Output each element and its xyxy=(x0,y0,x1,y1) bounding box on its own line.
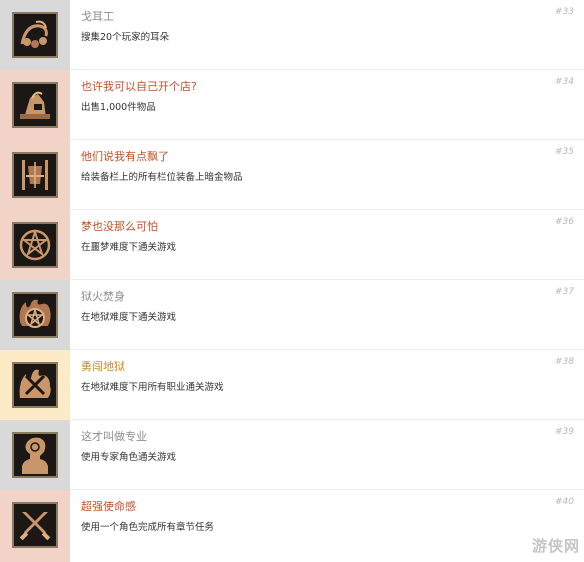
achievement-side xyxy=(0,350,70,420)
armor-rack-icon xyxy=(12,152,58,198)
achievement-desc: 给装备栏上的所有栏位装备上暗金物品 xyxy=(81,172,243,183)
achievement-title: 戈耳工 xyxy=(81,10,114,23)
crossed-swords-fire-icon xyxy=(12,362,58,408)
achievement-row: 狱火焚身 在地狱难度下通关游戏 #37 xyxy=(0,280,584,350)
achievement-side xyxy=(0,490,70,562)
achievement-row: 勇闯地狱 在地狱难度下用所有职业通关游戏 #38 xyxy=(0,350,584,420)
achievement-title: 梦也没那么可怕 xyxy=(81,220,158,233)
achievement-desc: 使用专家角色通关游戏 xyxy=(81,452,177,463)
achievement-side xyxy=(0,210,70,280)
achievement-side xyxy=(0,0,70,70)
achievement-list: 戈耳工 搜集20个玩家的耳朵 #33 也许我可以自己开个店? 出售1,000件物… xyxy=(0,0,584,562)
achievement-title: 勇闯地狱 xyxy=(81,360,125,373)
achievement-side xyxy=(0,140,70,210)
achievement-number: #37 xyxy=(555,287,574,297)
achievement-number: #35 xyxy=(555,147,574,157)
watermark-logo: 游侠网 xyxy=(502,524,580,558)
watermark-text: 游侠网 xyxy=(531,537,580,555)
achievement-row: 戈耳工 搜集20个玩家的耳朵 #33 xyxy=(0,0,584,70)
achievement-title: 也许我可以自己开个店? xyxy=(81,80,197,93)
achievement-row: 也许我可以自己开个店? 出售1,000件物品 #34 xyxy=(0,70,584,140)
achievement-number: #34 xyxy=(555,77,574,87)
flaming-pentagram-icon xyxy=(12,292,58,338)
achievement-row: 这才叫做专业 使用专家角色通关游戏 #39 xyxy=(0,420,584,490)
achievement-desc: 使用一个角色完成所有章节任务 xyxy=(81,522,215,533)
merchant-pile-icon xyxy=(12,82,58,128)
achievement-side xyxy=(0,280,70,350)
crossed-swords-icon xyxy=(12,502,58,548)
achievement-title: 这才叫做专业 xyxy=(81,430,147,443)
achievement-desc: 搜集20个玩家的耳朵 xyxy=(81,32,170,43)
achievement-number: #36 xyxy=(555,217,574,227)
achievement-desc: 出售1,000件物品 xyxy=(81,102,156,113)
achievement-row: 他们说我有点飘了 给装备栏上的所有栏位装备上暗金物品 #35 xyxy=(0,140,584,210)
achievement-row: 梦也没那么可怕 在噩梦难度下通关游戏 #36 xyxy=(0,210,584,280)
achievement-side xyxy=(0,420,70,490)
achievement-number: #39 xyxy=(555,427,574,437)
pentagram-icon xyxy=(12,222,58,268)
achievement-title: 他们说我有点飘了 xyxy=(81,150,169,163)
achievement-desc: 在地狱难度下通关游戏 xyxy=(81,312,177,323)
achievement-desc: 在噩梦难度下通关游戏 xyxy=(81,242,177,253)
achievement-number: #40 xyxy=(555,497,574,507)
achievement-number: #38 xyxy=(555,357,574,367)
achievement-side xyxy=(0,70,70,140)
achievement-title: 超强使命感 xyxy=(81,500,136,513)
achievement-row: 超强使命感 使用一个角色完成所有章节任务 #40 xyxy=(0,490,584,562)
head-sigil-icon xyxy=(12,432,58,478)
achievement-number: #33 xyxy=(555,7,574,17)
achievement-title: 狱火焚身 xyxy=(81,290,125,303)
ear-necklace-icon xyxy=(12,12,58,58)
achievement-desc: 在地狱难度下用所有职业通关游戏 xyxy=(81,382,224,393)
